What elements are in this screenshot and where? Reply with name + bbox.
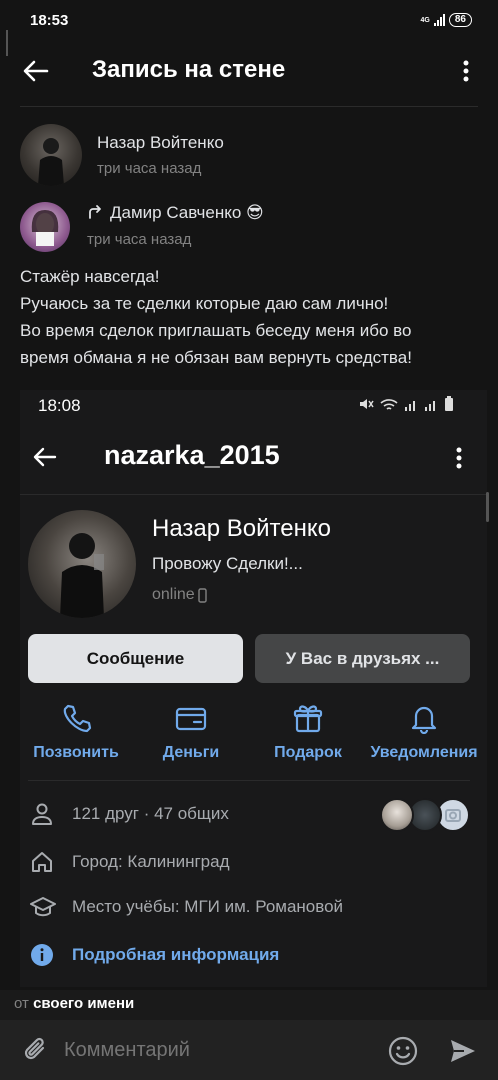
bell-icon [411,706,437,734]
repost-author-name[interactable]: Дамир Савченко 😎 [110,203,264,223]
shot-actions-divider [28,780,470,781]
signal-icon [433,14,445,26]
mute-icon [360,399,374,409]
wallet-icon [175,707,207,731]
comment-as-selector[interactable]: от своего имени [0,990,498,1020]
friends-count: 121 друг · 47 общих [72,804,229,823]
post-text: Стажёр навсегда! Ручаюсь за те сделки ко… [20,263,490,371]
shot-online-indicator: online [152,586,207,604]
author-avatar[interactable] [20,124,82,186]
comment-bar [0,1020,498,1080]
page-title: Запись на стене [92,56,286,83]
more-vertical-icon [463,60,469,82]
send-button[interactable] [446,1034,480,1068]
back-arrow-icon [33,447,57,467]
shot-username: nazarka_2015 [104,440,280,470]
emoji-button[interactable] [386,1034,420,1068]
signal-icon [405,401,415,411]
shot-profile-status: Провожу Сделки!... [152,554,303,573]
city-row: Город: Калининград [30,848,470,876]
status-left-marker [6,30,8,56]
post-text-line: Во время сделок приглашать беседу меня и… [20,321,412,340]
repost-time: три часа назад [87,231,192,248]
more-info-row[interactable]: Подробная информация [30,941,470,969]
shot-online-text: online [152,586,195,603]
study-text: Место учёбы: МГИ им. Романовой [72,897,344,916]
call-action[interactable]: Позвонить [20,702,132,762]
study-row: Место учёбы: МГИ им. Романовой [30,893,470,921]
mutual-friends-avatars[interactable] [380,798,472,832]
battery-icon [445,396,453,411]
scroll-indicator[interactable] [486,492,489,522]
call-label: Позвонить [33,744,119,761]
notifications-action[interactable]: Уведомления [363,702,485,762]
shot-profile-avatar[interactable] [28,510,136,618]
comment-as-prefix: от [14,995,29,1012]
shot-header-divider [20,494,487,495]
gift-label: Подарок [274,744,342,761]
user-icon [32,803,52,825]
repost-icon [87,204,103,225]
shot-status-icons [358,396,454,412]
smile-icon [388,1036,418,1066]
more-info-text: Подробная информация [72,945,280,964]
attach-button[interactable] [20,1034,52,1066]
city-text: Город: Калининград [72,852,230,871]
comment-input[interactable] [64,1034,364,1066]
more-menu-button[interactable] [454,58,478,84]
gift-icon [293,705,323,733]
info-icon [31,944,53,966]
back-arrow-icon [23,60,49,82]
back-button[interactable] [18,54,54,88]
repost-avatar[interactable] [20,202,70,252]
gift-action[interactable]: Подарок [252,702,364,762]
education-icon [30,897,56,917]
home-icon [32,852,52,872]
shot-more-button[interactable] [450,445,468,471]
post-text-line: Стажёр навсегда! [20,267,160,286]
author-time: три часа назад [97,160,202,177]
mutual-friend-avatar [380,798,414,832]
more-vertical-icon [456,447,462,469]
shot-status-time: 18:08 [38,396,81,415]
sunglasses-emoji-icon: 😎 [246,203,264,223]
money-label: Деньги [162,744,220,761]
message-button[interactable]: Сообщение [28,634,243,683]
status-time: 18:53 [30,12,69,29]
repost-author-text: Дамир Савченко [110,203,242,222]
mobile-phone-icon [198,587,207,603]
attached-screenshot[interactable]: 18:08 nazarka_2015 Назар Войтенко Провож… [20,390,487,987]
wifi-icon [380,399,398,410]
signal-icon [425,401,435,411]
battery-indicator: 86 [448,13,472,27]
phone-icon [63,704,92,733]
notifications-label: Уведомления [370,744,478,761]
header-divider [20,106,478,107]
author-name[interactable]: Назар Войтенко [97,133,224,153]
post-text-line: время обмана я не обязан вам вернуть сре… [20,348,412,367]
shot-profile-name: Назар Войтенко [152,515,331,542]
status-icons: 4G 86 [421,13,472,27]
network-type: 4G [420,16,430,24]
friends-button[interactable]: У Вас в друзьях ... [255,634,470,683]
paperclip-icon [24,1037,45,1060]
send-icon [451,1040,475,1062]
shot-back-button[interactable] [28,442,62,472]
comment-as-name: своего имени [33,995,135,1012]
money-action[interactable]: Деньги [135,702,247,762]
post-text-line: Ручаюсь за те сделки которые даю сам лич… [20,294,389,313]
